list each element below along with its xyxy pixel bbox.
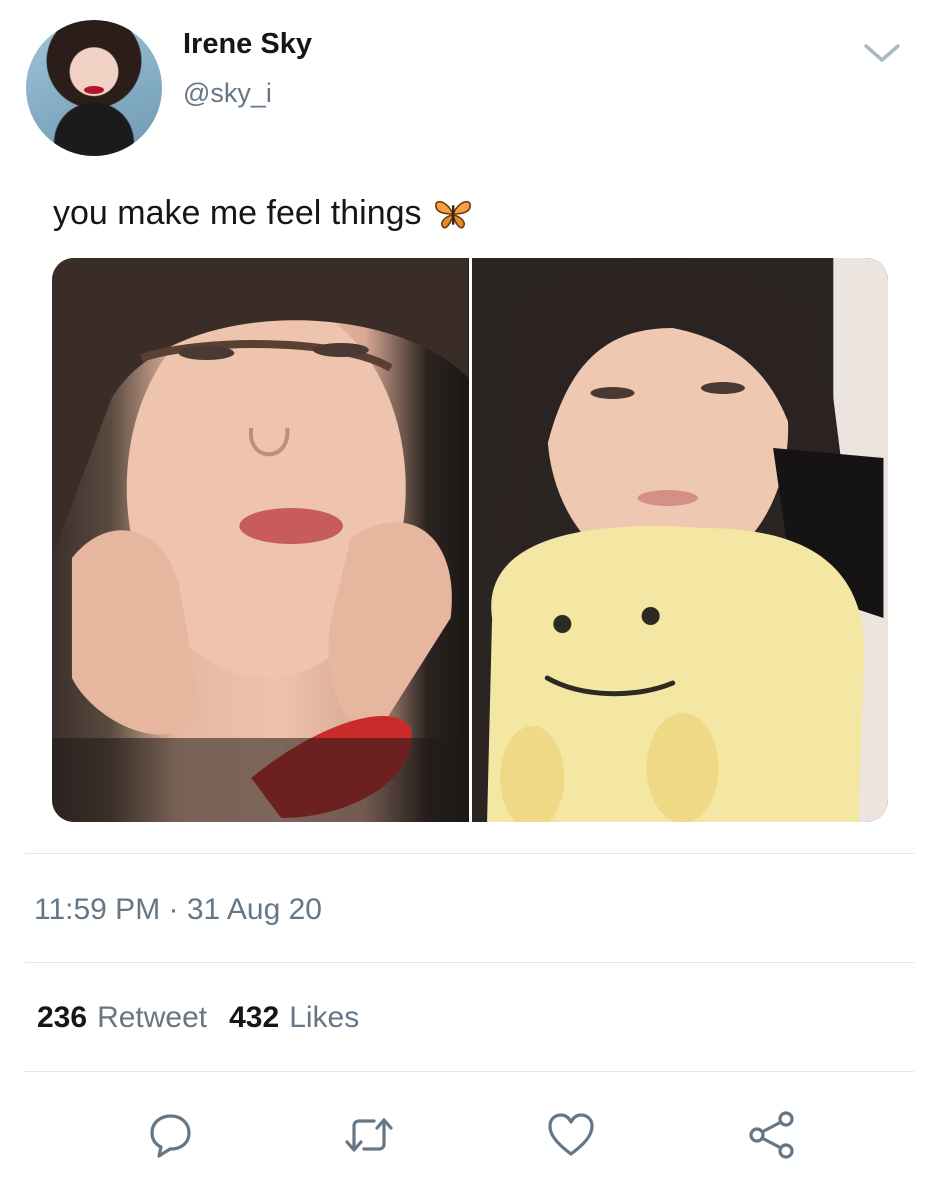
share-button[interactable] [743,1106,801,1164]
tweet-text-row: you make me feel things [53,194,474,233]
retweet-icon [345,1118,393,1152]
photo-left[interactable] [52,258,469,822]
likes-label[interactable]: Likes [289,1001,359,1035]
avatar[interactable] [26,20,162,156]
display-name[interactable]: Irene Sky [183,28,312,61]
retweet-button[interactable] [340,1106,398,1164]
user-handle[interactable]: @sky_i [183,78,272,109]
reply-button[interactable] [141,1106,199,1164]
tweet-text: you make me feel things [53,194,422,232]
like-button[interactable] [542,1106,600,1164]
tweet-actions [0,1106,939,1166]
reply-icon [150,1114,191,1158]
divider [25,962,914,963]
divider [25,1071,914,1072]
butterfly-icon [434,200,471,228]
divider [25,853,914,854]
photo-right[interactable] [471,258,888,822]
tweet-timestamp[interactable]: 11:59 PM · 31 Aug 20 [34,893,322,927]
retweets-count[interactable]: 236 [37,1001,87,1035]
share-icon [749,1111,794,1159]
tweet-media[interactable] [52,258,888,822]
chevron-down-icon[interactable] [862,38,902,68]
tweet-stats: 236 Retweet 432 Likes [37,1001,371,1035]
likes-count[interactable]: 432 [229,1001,279,1035]
retweets-label[interactable]: Retweet [97,1001,207,1035]
like-icon [548,1113,594,1156]
